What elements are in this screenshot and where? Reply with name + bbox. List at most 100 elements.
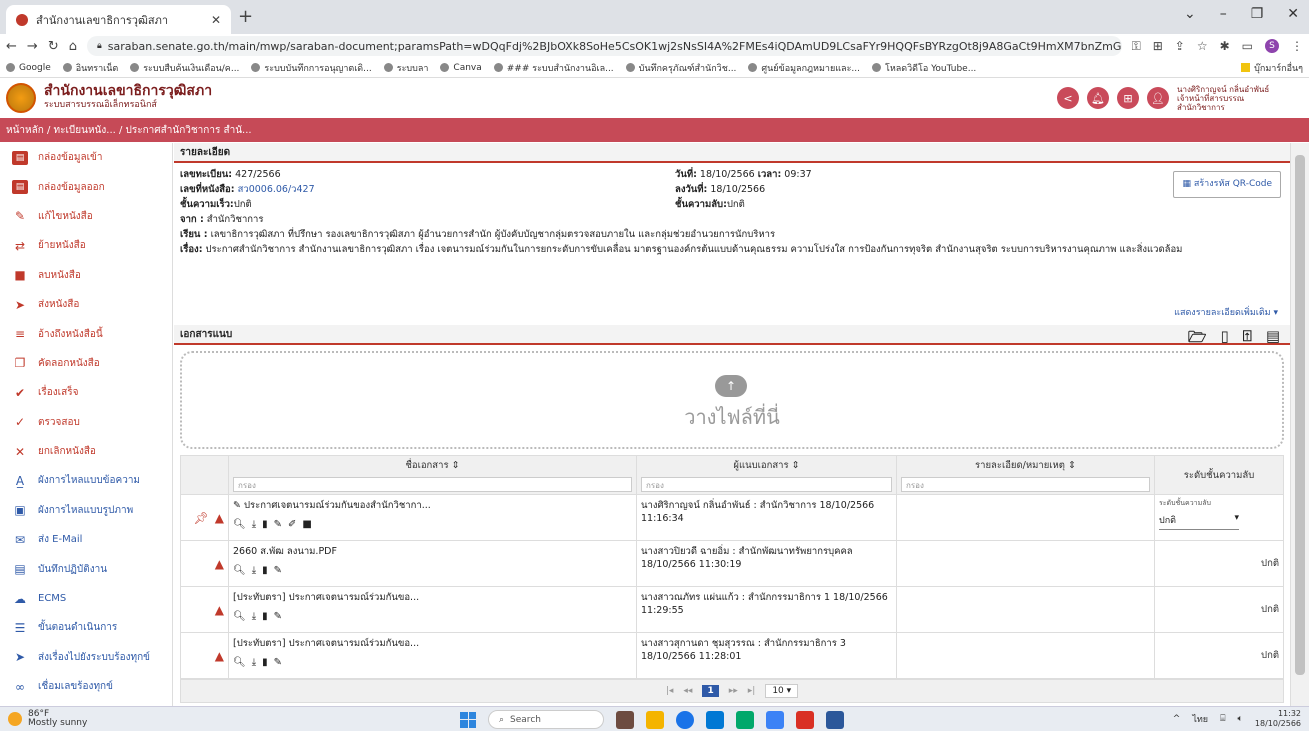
bookmark-item[interactable]: ### ระบบสำนักงานอิเล... [493, 61, 614, 75]
weather-widget[interactable]: 86°F Mostly sunny [8, 710, 87, 728]
share-icon[interactable]: < [1057, 87, 1079, 109]
volume-icon[interactable]: 🔈︎ [1237, 714, 1242, 724]
windows-start-icon[interactable] [460, 711, 476, 728]
sidebar-item-move[interactable]: ⇄ ย้ายหนังสือ [0, 231, 172, 260]
bookmark-item[interactable]: Google [6, 63, 51, 73]
menu-icon[interactable]: ⋮ [1291, 39, 1303, 53]
zoom-icon[interactable]: 🔍︎ [233, 519, 246, 530]
new-file-icon[interactable]: ▯ [1221, 327, 1229, 352]
translate-icon[interactable]: ⊞ [1153, 39, 1163, 53]
bookmark-item[interactable]: บันทึกครุภัณฑ์สำนักวิช... [625, 61, 736, 75]
sidebar-item-done[interactable]: ✔ เรื่องเสร็จ [0, 378, 172, 407]
page-size-select[interactable]: 10 ▾ [765, 684, 799, 698]
chat-icon[interactable] [736, 710, 754, 729]
close-tab-icon[interactable]: ✕ [211, 13, 221, 27]
sidebar-item-copy[interactable]: ❐ คัดลอกหนังสือ [0, 349, 172, 378]
sidebar-item-link[interactable]: ∞ เชื่อมเลขร้องทุกข์ [0, 672, 172, 701]
sidebar-item-cancel[interactable]: ✕ ยกเลิกหนังสือ [0, 437, 172, 466]
sidebar-item-text-flow[interactable]: A̲ ผังการไหลแบบข้อความ [0, 466, 172, 495]
store-icon[interactable] [706, 710, 724, 729]
stamp-icon[interactable]: ▮ [262, 519, 268, 530]
edit-note-icon[interactable]: ✎ [274, 611, 282, 622]
sidebar-item-forward[interactable]: ➤ ส่งเรื่องไปยังระบบร้องทุกข์ [0, 643, 172, 672]
note-filter-input[interactable]: กรอง [901, 477, 1150, 492]
bookmark-item[interactable]: ระบบบันทึกการอนุญาตเดิ... [251, 61, 372, 75]
forward-icon[interactable]: → [27, 39, 38, 54]
bookmark-item[interactable]: อินทราเน็ต [62, 61, 118, 75]
pdf-reader-icon[interactable] [796, 710, 814, 729]
zoom-icon[interactable]: 🔍︎ [233, 565, 246, 576]
stamp-icon[interactable]: ▮ [262, 657, 268, 668]
qr-code-button[interactable]: ▦ สร้างรหัส QR-Code [1173, 171, 1281, 198]
key-icon[interactable]: ⚿ [1132, 39, 1141, 54]
download-icon[interactable]: ⤓ [252, 519, 256, 530]
note-column-header[interactable]: รายละเอียด/หมายเหตุ ⇕ กรอง [896, 455, 1155, 495]
level-select[interactable]: ระดับชั้นความลับ ปกติ ▾ [1159, 498, 1279, 530]
delete-icon[interactable]: ■ [302, 519, 311, 530]
apps-grid-icon[interactable]: ⊞ [1117, 87, 1139, 109]
doc-name-link[interactable]: ประกาศเจตนารมณ์ร่วมกันของสำนักวิชากา... [244, 500, 431, 511]
close-window-icon[interactable]: ✕ [1287, 6, 1299, 22]
last-page-icon[interactable]: ▸| [748, 686, 756, 696]
doc-name-link[interactable]: [ประทับตรา] ประกาศเจตนารมณ์ร่วมกันขอ... [233, 592, 419, 603]
pencil-icon[interactable]: ✐ [288, 519, 296, 530]
doc-name-filter-input[interactable]: กรอง [233, 477, 632, 492]
stamp-icon[interactable]: ▮ [262, 611, 268, 622]
sidepanel-icon[interactable]: ▭ [1242, 39, 1253, 53]
extensions-icon[interactable]: ✱ [1220, 39, 1230, 53]
sidebar-item-inbox[interactable]: ▤ กล่องข้อมูลเข้า [0, 143, 172, 172]
download-icon[interactable]: ⤓ [252, 657, 256, 668]
back-icon[interactable]: ← [6, 39, 17, 54]
network-icon[interactable]: ⌸ [1220, 714, 1225, 724]
edit-note-icon[interactable]: ✎ [274, 519, 282, 530]
sidebar-item-send[interactable]: ➤ ส่งหนังสือ [0, 290, 172, 319]
bookmark-item[interactable]: โหลดวิดีโอ YouTube... [871, 61, 976, 75]
taskbar-app-icon[interactable] [616, 710, 634, 729]
doc-no-link[interactable]: สว0006.06/ว427 [238, 184, 315, 195]
sidebar-item-reference[interactable]: ≡ อ้างถึงหนังสือนี้ [0, 319, 172, 348]
word-icon[interactable] [826, 710, 844, 729]
attached-by-filter-input[interactable]: กรอง [641, 477, 892, 492]
language-indicator[interactable]: ไทย [1192, 712, 1208, 726]
restore-icon[interactable]: ❐ [1251, 6, 1264, 22]
user-icon[interactable]: 👤︎ [1147, 87, 1169, 109]
file-explorer-icon[interactable] [646, 710, 664, 729]
zoom-icon[interactable]: 🔍︎ [233, 657, 246, 668]
browser-tab[interactable]: สำนักงานเลขาธิการวุฒิสภา ✕ [6, 5, 231, 34]
doc-name-link[interactable]: [ประทับตรา] ประกาศเจตนารมณ์ร่วมกันขอ... [233, 638, 419, 649]
tray-chevron-icon[interactable]: ^ [1173, 714, 1181, 724]
stamp-icon[interactable]: ▮ [262, 565, 268, 576]
sidebar-item-edit[interactable]: ✎ แก้ไขหนังสือ [0, 202, 172, 231]
star-icon[interactable]: ☆ [1197, 39, 1208, 53]
attached-by-column-header[interactable]: ผู้แนบเอกสาร ⇕ กรอง [636, 455, 897, 495]
doc-name-column-header[interactable]: ชื่อเอกสาร ⇕ กรอง [228, 455, 637, 495]
user-info[interactable]: นางศิริกาญจน์ กลิ่นอำพันธ์ เจ้าหน้าที่สา… [1177, 85, 1303, 112]
folder-open-icon[interactable]: 🗁︎ [1188, 327, 1207, 352]
edit-note-icon[interactable]: ✎ [274, 565, 282, 576]
photos-icon[interactable] [766, 710, 784, 729]
bookmark-item[interactable]: Canva [440, 63, 482, 73]
other-bookmarks[interactable]: บุ๊กมาร์กอื่นๆ [1241, 61, 1303, 75]
scan-icon[interactable]: ▤ [1266, 327, 1280, 352]
file-dropzone[interactable]: ↑ วางไฟล์ที่นี่ [180, 351, 1284, 449]
profile-avatar-icon[interactable]: S [1265, 39, 1279, 53]
scrollbar-thumb[interactable] [1295, 155, 1305, 675]
prev-page-icon[interactable]: ◂◂ [683, 686, 692, 696]
minimize-icon[interactable]: – [1220, 6, 1227, 22]
download-icon[interactable]: ⤓ [252, 611, 256, 622]
upload-icon[interactable]: ⍐ [1243, 327, 1252, 352]
tab-search-icon[interactable]: ⌄ [1184, 6, 1196, 22]
next-page-icon[interactable]: ▸▸ [729, 686, 738, 696]
breadcrumb-text[interactable]: หน้าหลัก / ทะเบียนหนัง... / ประกาศสำนักว… [6, 123, 252, 138]
sidebar-item-outbox[interactable]: ▤ กล่องข้อมูลออก [0, 172, 172, 201]
sidebar-item-delete[interactable]: ■ ลบหนังสือ [0, 261, 172, 290]
edit-note-icon[interactable]: ✎ [274, 657, 282, 668]
current-page[interactable]: 1 [702, 685, 719, 697]
share-icon[interactable]: ⇪ [1175, 39, 1185, 53]
pin-icon[interactable]: 📌︎ [194, 511, 209, 525]
show-more-link[interactable]: แสดงรายละเอียดเพิ่มเติม ▾ [1174, 306, 1278, 321]
zoom-icon[interactable]: 🔍︎ [233, 611, 246, 622]
bookmark-item[interactable]: ระบบสืบค้นเงินเดือน/ค... [130, 61, 239, 75]
sidebar-item-check[interactable]: ✓ ตรวจสอบ [0, 408, 172, 437]
sidebar-item-email[interactable]: ✉ ส่ง E-Mail [0, 525, 172, 554]
